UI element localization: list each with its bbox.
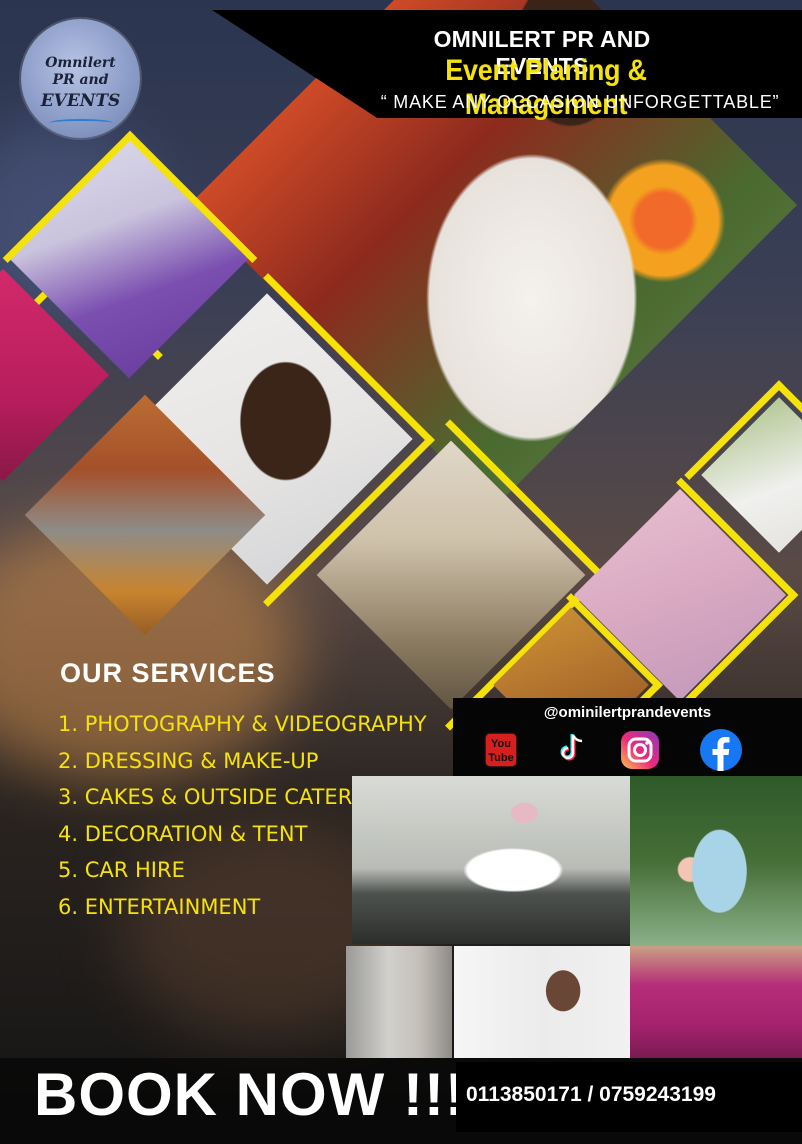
social-bar: @ominilertprandevents You Tube [453,698,802,776]
cake-photo [630,776,802,946]
logo-text: Omnilert [45,55,116,71]
wave-icon [49,119,113,127]
logo-text: EVENTS [40,91,121,111]
portrait-frame-photo [454,946,630,1058]
event-poster: OMNILERT PR AND EVENTS Event Planing & M… [0,0,802,1144]
social-handle[interactable]: @ominilertprandevents [453,704,802,721]
tiktok-icon[interactable] [559,732,585,769]
youtube-label: You [491,738,511,750]
bridesmaids-photo [630,946,802,1058]
book-now-button[interactable]: BOOK NOW !!!: [34,1060,487,1129]
services-title: OUR SERVICES [60,658,276,688]
facebook-icon[interactable] [699,728,743,777]
instagram-icon[interactable] [620,730,660,775]
logo: Omnilert PR and EVENTS [21,19,140,138]
motto: “ MAKE ANY OCCASION UNFORGETTABLE” [380,92,780,112]
youtube-label: Tube [488,752,513,764]
car-hire-photo [352,776,630,944]
logo-text: PR and [52,72,109,88]
service-item: 1. PHOTOGRAPHY & VIDEOGRAPHY [58,712,427,736]
youtube-icon[interactable]: You Tube [484,732,518,773]
portrait-photo [346,946,452,1058]
phone-numbers[interactable]: 0113850171 / 0759243199 [466,1083,716,1107]
